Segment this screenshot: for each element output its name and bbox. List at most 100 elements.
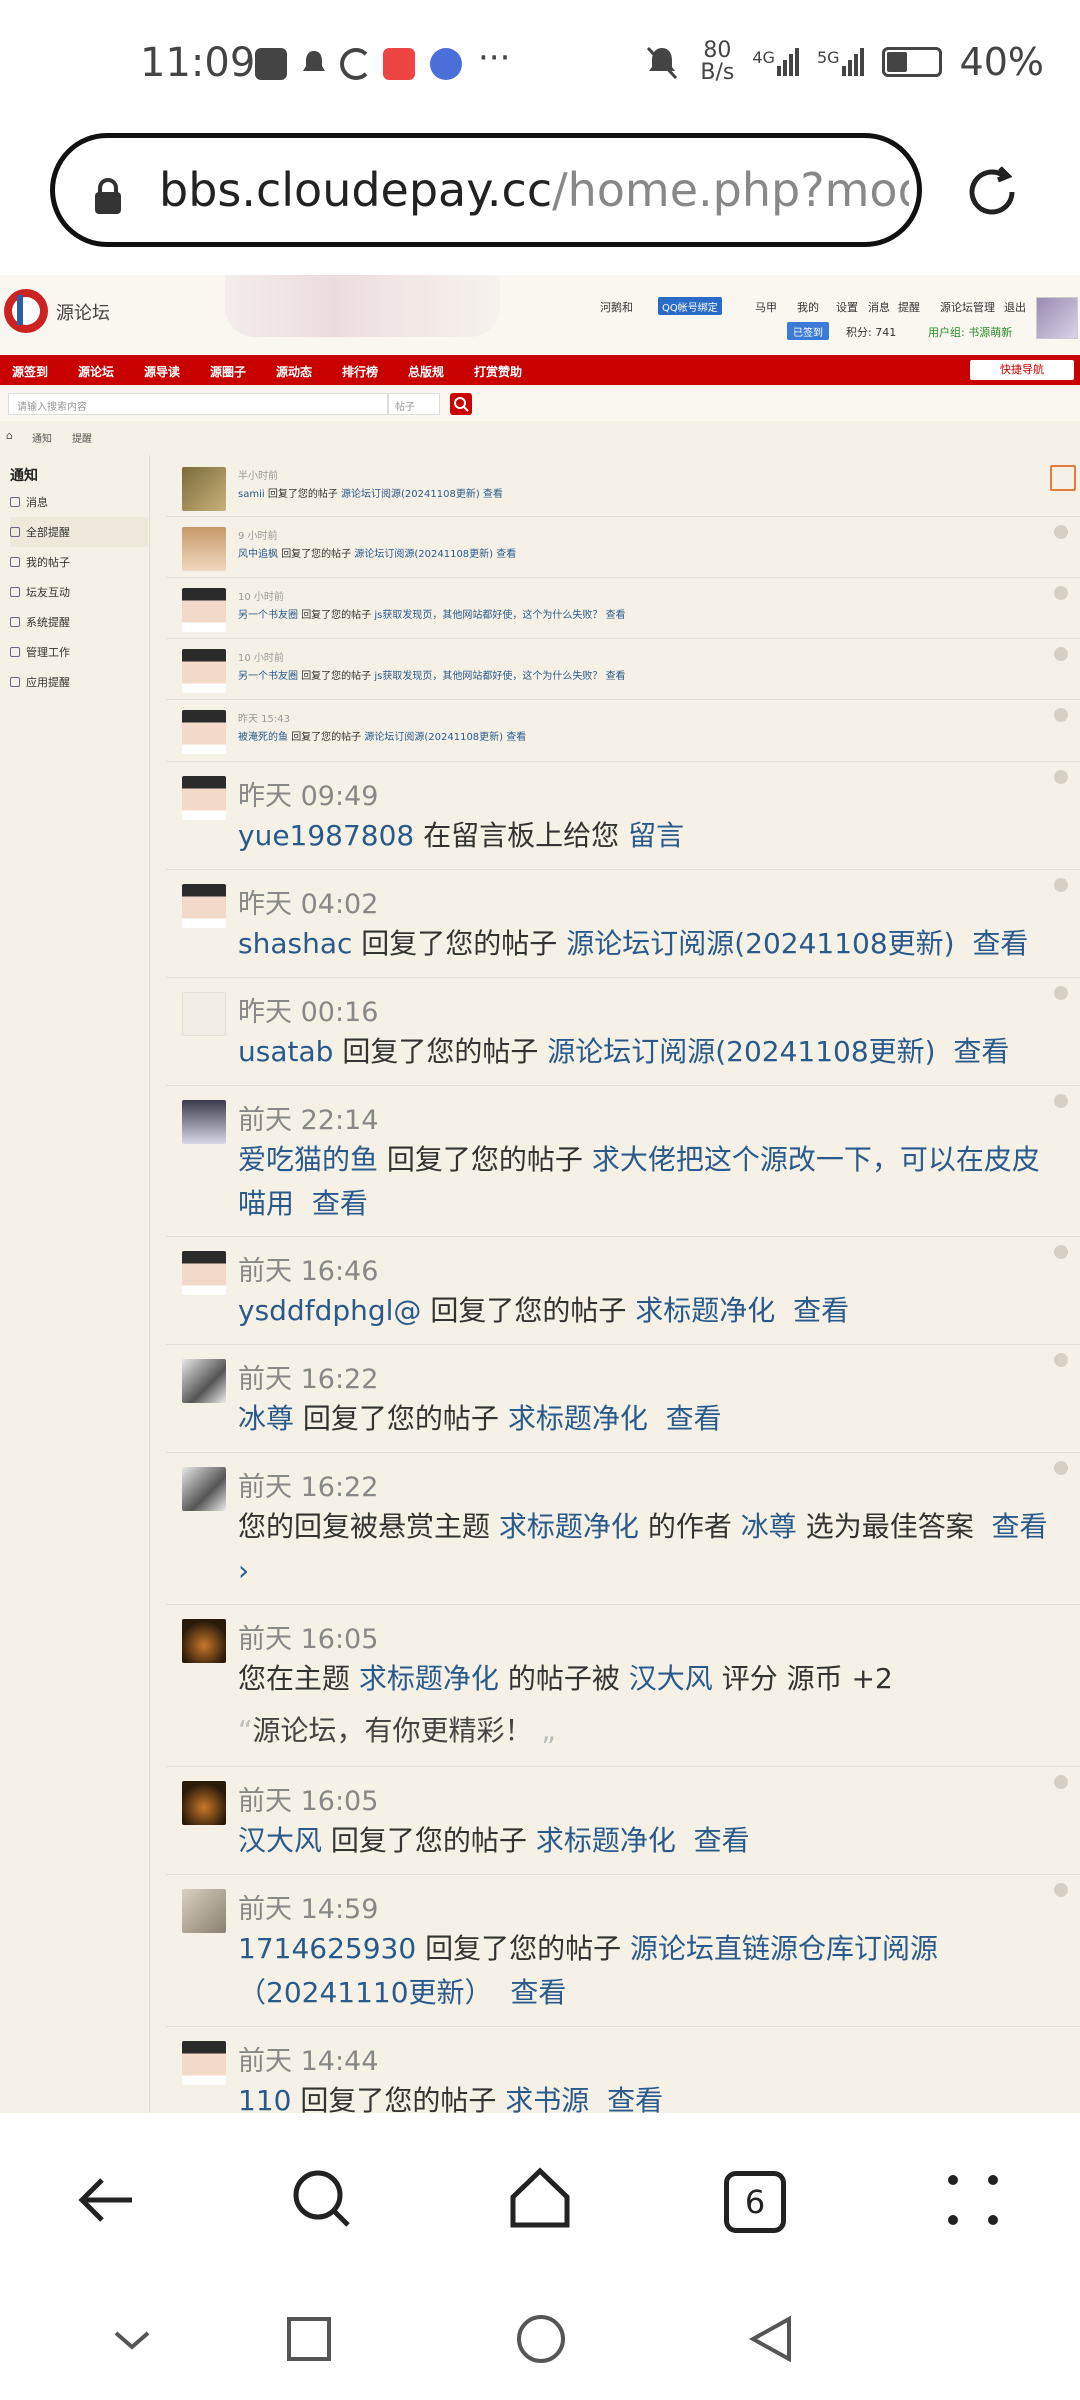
signal-5g: 5G (817, 48, 864, 76)
status-right: 80 B/s 4G 5G 40% (642, 40, 1044, 84)
close-icon[interactable] (1054, 1883, 1068, 1897)
sidebar-item-system[interactable]: 系统提醒 (10, 607, 148, 637)
avatar[interactable] (182, 1359, 226, 1403)
search-icon[interactable] (288, 2165, 358, 2235)
reload-icon[interactable] (960, 160, 1024, 224)
home-circle-icon[interactable] (515, 2313, 567, 2365)
avatar[interactable] (182, 1100, 226, 1144)
close-icon[interactable] (1054, 525, 1068, 539)
back-icon[interactable] (72, 2165, 142, 2235)
qq-bind-button[interactable]: QQ帐号绑定 (658, 297, 722, 315)
lock-icon (95, 178, 121, 214)
avatar[interactable] (182, 1889, 226, 1933)
points-text[interactable]: 积分: 741 (846, 324, 896, 340)
user-icon (10, 527, 20, 537)
chat-icon (10, 587, 20, 597)
avatar[interactable] (182, 1619, 226, 1663)
sidebar: 通知 消息 全部提醒 我的帖子 坛友互动 系统提醒 管理工作 应用提醒 (0, 455, 150, 2113)
search-type-select[interactable]: 帖子 (388, 393, 440, 415)
home-icon[interactable] (505, 2163, 575, 2233)
close-icon[interactable] (1054, 1353, 1068, 1367)
list-item: 10 小时前 另一个书友圈 回复了您的帖子 js获取发现页，其他网站都好使，这个… (166, 639, 1080, 700)
sidebar-item-apps[interactable]: 应用提醒 (10, 667, 148, 697)
sidebar-item-messages[interactable]: 消息 (10, 487, 148, 517)
sidebar-item-all-alerts[interactable]: 全部提醒 (10, 517, 148, 547)
avatar[interactable] (182, 467, 226, 511)
sidebar-title: 通知 (10, 468, 38, 484)
avatar[interactable] (182, 710, 226, 754)
list-item: 前天 16:22 您的回复被悬赏主题 求标题净化 的作者 冰尊 选为最佳答案 查… (166, 1453, 1080, 1605)
nav-logout[interactable]: 退出 (1004, 299, 1026, 315)
nav-sign[interactable]: 源签到 (12, 363, 48, 380)
quick-nav-button[interactable]: 快捷导航 (970, 360, 1074, 380)
nav-alerts[interactable]: 提醒 (898, 299, 920, 315)
close-icon[interactable] (1050, 465, 1076, 491)
close-icon[interactable] (1054, 586, 1068, 600)
nav-feed[interactable]: 源动态 (276, 363, 312, 380)
tabs-button[interactable]: 6 (724, 2171, 786, 2233)
site-logo[interactable]: 源论坛 (2, 281, 116, 343)
nav-mine[interactable]: 我的 (797, 299, 819, 315)
notice-text: 冰尊 回复了您的帖子 求标题净化 查看 (238, 1402, 722, 1435)
signed-badge[interactable]: 已签到 (787, 322, 829, 340)
nav-guide[interactable]: 源导读 (144, 363, 180, 380)
avatar[interactable] (182, 1251, 226, 1295)
nav-majia[interactable]: 马甲 (755, 299, 777, 315)
nav-circle[interactable]: 源圈子 (210, 363, 246, 380)
sidebar-item-admin[interactable]: 管理工作 (10, 637, 148, 667)
list-item: 昨天 04:02 shashac 回复了您的帖子 源论坛订阅源(20241108… (166, 870, 1080, 978)
notice-text: 您的回复被悬赏主题 求标题净化 的作者 冰尊 选为最佳答案 查看 › (238, 1510, 1048, 1587)
back-triangle-icon[interactable] (745, 2313, 797, 2365)
close-icon[interactable] (1054, 708, 1068, 722)
avatar[interactable] (182, 1467, 226, 1511)
close-icon[interactable] (1054, 770, 1068, 784)
search-input[interactable]: 请输入搜索内容 (8, 393, 388, 415)
close-icon[interactable] (1054, 986, 1068, 1000)
avatar[interactable] (182, 1781, 226, 1825)
breadcrumb-alert[interactable]: 提醒 (72, 430, 92, 445)
nav-rules[interactable]: 总版规 (408, 363, 444, 380)
menu-dots-icon[interactable] (938, 2165, 1008, 2235)
list-item: 前天 14:44 110 回复了您的帖子 求书源 查看 (166, 2027, 1080, 2113)
nav-settings[interactable]: 设置 (836, 299, 858, 315)
breadcrumb-notice[interactable]: 通知 (32, 430, 52, 445)
close-icon[interactable] (1054, 1094, 1068, 1108)
search-icon[interactable] (450, 393, 472, 415)
recents-icon[interactable] (285, 2315, 333, 2363)
avatar[interactable] (182, 992, 226, 1036)
more-dots-icon: ··· (478, 38, 511, 78)
notice-text: 被淹死的鱼 回复了您的帖子 源论坛订阅源(20241108更新) 查看 (238, 732, 527, 743)
close-icon[interactable] (1054, 878, 1068, 892)
avatar[interactable] (182, 588, 226, 632)
avatar[interactable] (182, 649, 226, 693)
loading-icon (340, 48, 372, 80)
username-link[interactable]: 河鹅和 (600, 299, 633, 315)
notice-text: 另一个书友圈 回复了您的帖子 js获取发现页，其他网站都好使，这个为什么失败？ … (238, 671, 626, 682)
mute-bell-icon (647, 46, 678, 80)
clock: 11:09 (140, 40, 256, 86)
avatar[interactable] (182, 527, 226, 571)
home-icon[interactable]: ⌂ (6, 429, 13, 442)
nav-rank[interactable]: 排行榜 (342, 363, 378, 380)
avatar[interactable] (182, 2041, 226, 2085)
web-page: 源论坛 河鹅和 QQ帐号绑定 马甲 我的 设置 消息 提醒 源论坛管理 退出 已… (0, 275, 1080, 2113)
nav-messages[interactable]: 消息 (868, 299, 890, 315)
sidebar-item-interaction[interactable]: 坛友互动 (10, 577, 148, 607)
close-icon[interactable] (1054, 1245, 1068, 1259)
nav-donate[interactable]: 打赏赞助 (474, 363, 522, 380)
nav-admin[interactable]: 源论坛管理 (940, 299, 995, 315)
avatar[interactable] (182, 884, 226, 928)
sidebar-item-my-posts[interactable]: 我的帖子 (10, 547, 148, 577)
nav-forum[interactable]: 源论坛 (78, 363, 114, 380)
user-avatar[interactable] (1036, 297, 1078, 339)
address-bar[interactable]: bbs.cloudepay.cc/home.php?mod= (50, 133, 922, 247)
list-item: 前天 16:05 汉大风 回复了您的帖子 求标题净化 查看 (166, 1767, 1080, 1875)
close-icon[interactable] (1054, 647, 1068, 661)
chevron-down-icon[interactable] (110, 2323, 154, 2357)
avatar[interactable] (182, 776, 226, 820)
user-group[interactable]: 用户组: 书源萌新 (928, 324, 1012, 340)
close-icon[interactable] (1054, 1461, 1068, 1475)
notice-text: usatab 回复了您的帖子 源论坛订阅源(20241108更新) 查看 (238, 1035, 1010, 1068)
close-icon[interactable] (1054, 1775, 1068, 1789)
header-banner (225, 275, 500, 337)
